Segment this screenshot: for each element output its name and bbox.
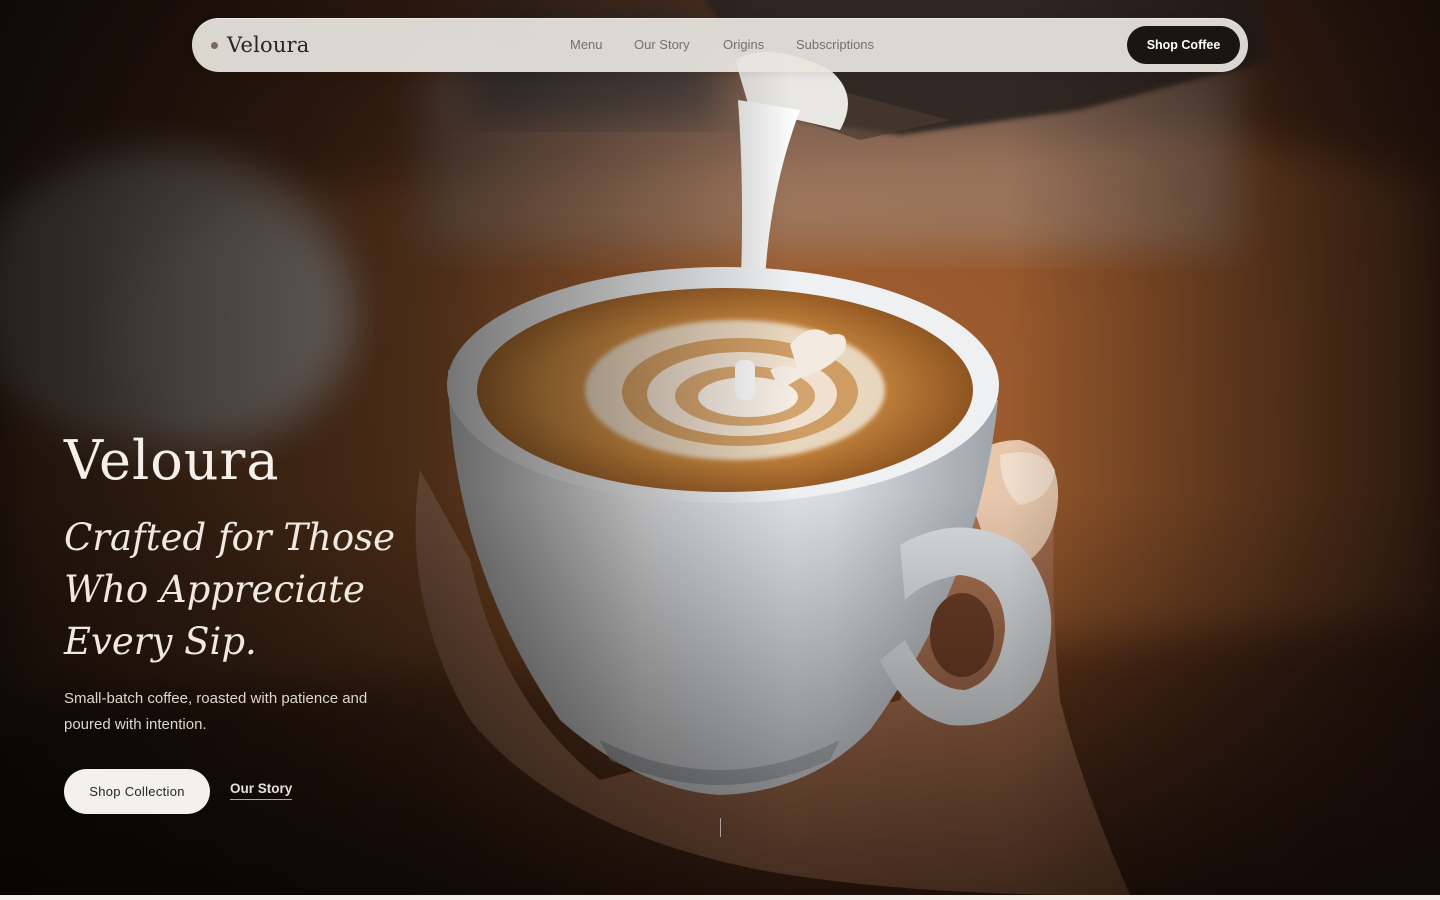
hero-description: Small-batch coffee, roasted with patienc… (64, 690, 368, 733)
shop-collection-button[interactable]: Shop Collection (64, 769, 210, 814)
our-story-link[interactable]: Our Story (230, 781, 293, 800)
nav-links: Menu Our Story Origins Subscriptions (192, 18, 1248, 72)
scroll-indicator (720, 818, 721, 837)
top-navigation: Veloura Menu Our Story Origins Subscript… (192, 18, 1248, 72)
nav-link-subscriptions[interactable]: Subscriptions (796, 37, 874, 52)
hero-title: Veloura (64, 429, 280, 492)
shop-coffee-button[interactable]: Shop Coffee (1127, 26, 1240, 64)
nav-link-origins[interactable]: Origins (723, 37, 764, 52)
nav-link-menu[interactable]: Menu (570, 37, 603, 52)
nav-link-our-story[interactable]: Our Story (634, 37, 690, 52)
hero-section: Veloura Crafted for Those Who Appreciate… (0, 0, 1440, 895)
hero-tagline: Crafted for Those Who Appreciate Every S… (64, 516, 396, 663)
page-bottom-edge (0, 895, 1440, 900)
